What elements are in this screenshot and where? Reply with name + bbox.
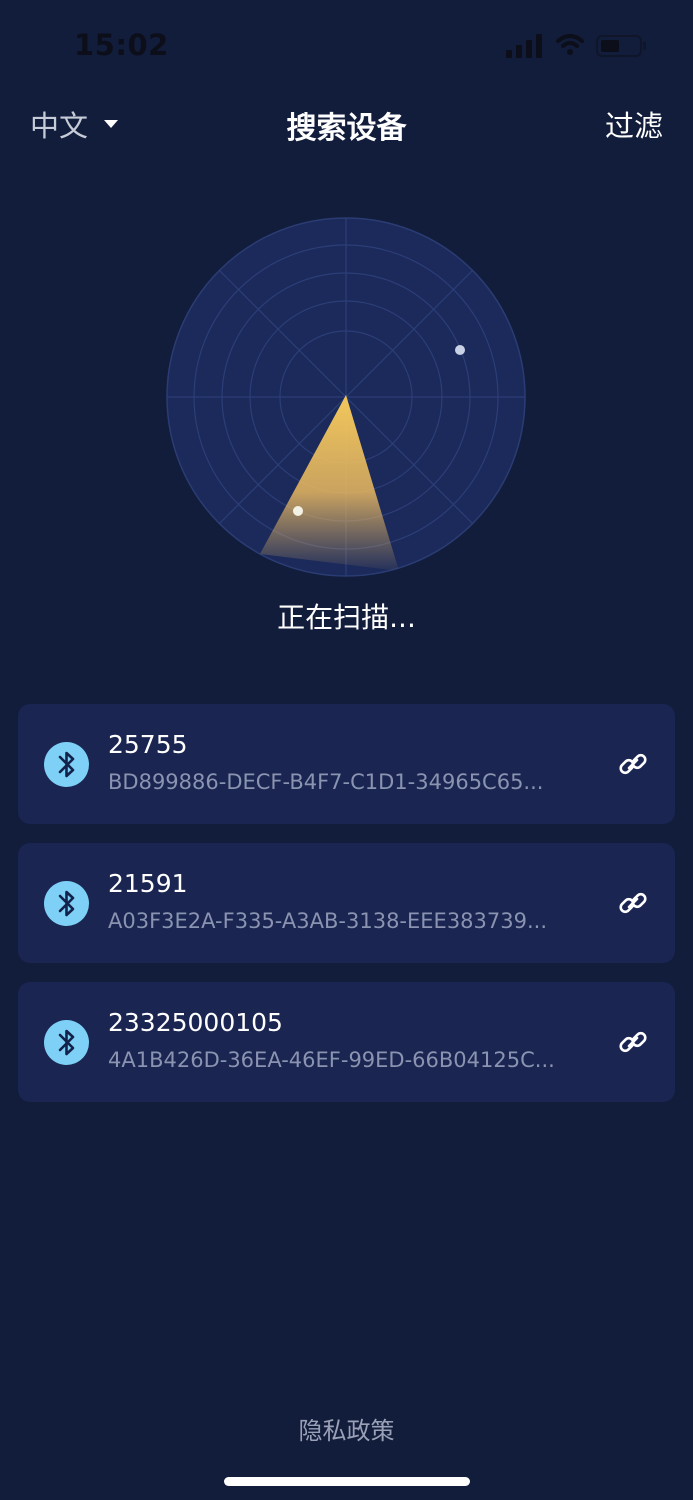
device-name: 23325000105 <box>108 1008 283 1037</box>
bluetooth-icon <box>44 742 89 787</box>
device-card[interactable]: 25755 BD899886-DECF-B4F7-C1D1-34965C65..… <box>18 704 675 824</box>
cellular-signal-icon <box>506 34 542 58</box>
scan-status-text: 正在扫描... <box>277 601 416 634</box>
device-uuid: 4A1B426D-36EA-46EF-99ED-66B04125C... <box>108 1048 555 1072</box>
link-icon[interactable] <box>617 887 649 919</box>
link-icon[interactable] <box>617 1026 649 1058</box>
device-name: 21591 <box>108 869 188 898</box>
bluetooth-icon <box>44 1020 89 1065</box>
radar-blip <box>293 506 303 516</box>
device-uuid: A03F3E2A-F335-A3AB-3138-EEE383739... <box>108 909 548 933</box>
radar-blip <box>455 345 465 355</box>
nav-bar: 中文 搜索设备 过滤 <box>0 95 693 155</box>
wifi-icon <box>556 34 584 55</box>
privacy-policy-link[interactable]: 隐私政策 <box>0 1411 693 1446</box>
filter-button[interactable]: 过滤 <box>605 103 663 145</box>
page-title: 搜索设备 <box>286 111 407 146</box>
device-name: 25755 <box>108 730 188 759</box>
radar-scanner <box>166 217 526 577</box>
status-bar: 15:02 <box>0 0 693 90</box>
home-indicator[interactable] <box>224 1477 470 1486</box>
battery-icon <box>596 35 646 57</box>
bluetooth-icon <box>44 881 89 926</box>
device-card[interactable]: 23325000105 4A1B426D-36EA-46EF-99ED-66B0… <box>18 982 675 1102</box>
device-uuid: BD899886-DECF-B4F7-C1D1-34965C65... <box>108 770 544 794</box>
status-time: 15:02 <box>74 28 169 62</box>
device-list: 25755 BD899886-DECF-B4F7-C1D1-34965C65..… <box>18 704 675 1121</box>
link-icon[interactable] <box>617 748 649 780</box>
device-card[interactable]: 21591 A03F3E2A-F335-A3AB-3138-EEE383739.… <box>18 843 675 963</box>
